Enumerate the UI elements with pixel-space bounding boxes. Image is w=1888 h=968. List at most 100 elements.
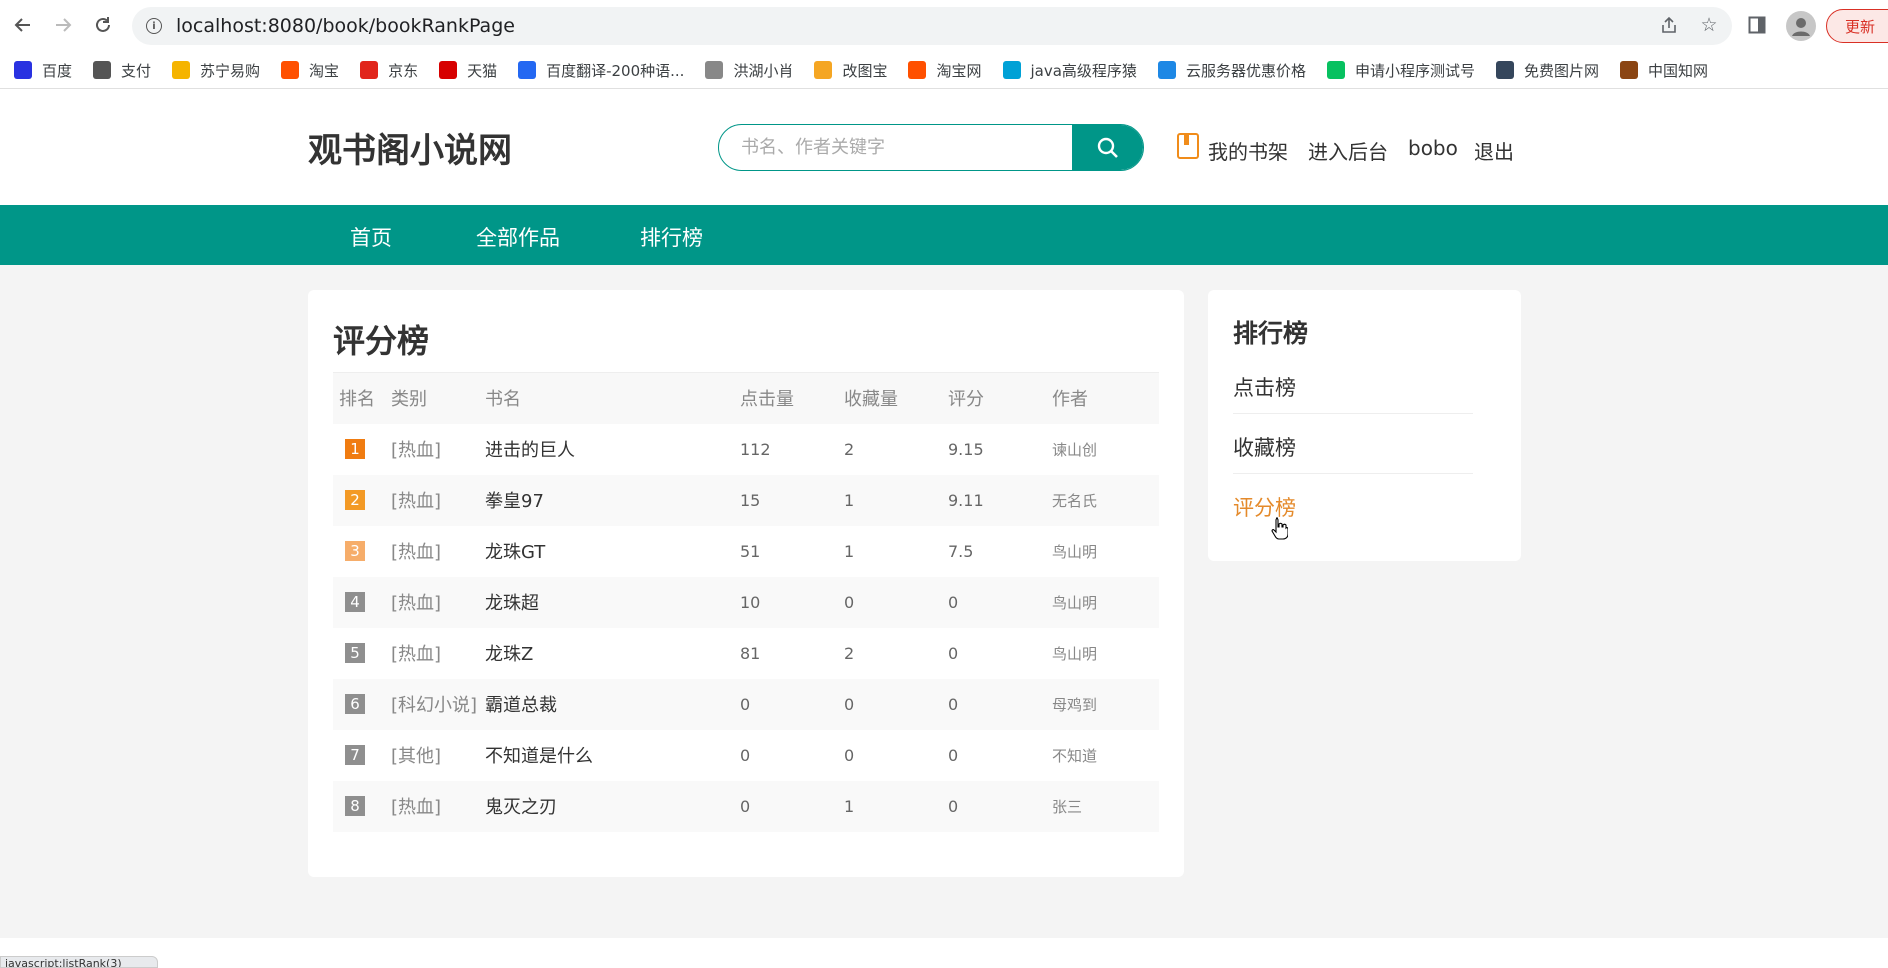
favorites-cell: 2 [844, 439, 855, 459]
site-logo[interactable]: 观书阁小说网 [308, 123, 512, 172]
side-item-favorites[interactable]: 收藏榜 [1233, 414, 1473, 474]
info-icon[interactable]: i [146, 18, 162, 34]
page-title: 评分榜 [333, 322, 430, 360]
score-cell: 9.15 [948, 439, 984, 459]
bookmark-item[interactable]: 中国知网 [1619, 60, 1708, 81]
category-cell[interactable]: [科幻小说] [385, 678, 479, 730]
table-row: 2 [热血] 拳皇97 15 1 9.11 无名氏 [333, 474, 1159, 526]
book-name-cell[interactable]: 拳皇97 [479, 474, 734, 526]
rank-cell: 4 [333, 576, 385, 628]
category-cell[interactable]: [热血] [385, 474, 479, 526]
score-cell: 0 [942, 678, 1046, 730]
bookmark-label: 京东 [388, 61, 419, 80]
bookmark-item[interactable]: 淘宝 [281, 60, 339, 81]
bookmark-item[interactable]: 申请小程序测试号 [1326, 60, 1475, 81]
book-name-cell[interactable]: 龙珠Z [479, 628, 734, 679]
side-item-clicks[interactable]: 点击榜 [1233, 354, 1473, 414]
bookmark-item[interactable]: 百度 [14, 60, 72, 81]
back-arrow-icon[interactable] [8, 10, 38, 40]
category-cell[interactable]: [热血] [385, 424, 479, 475]
book-name-cell[interactable]: 龙珠GT [479, 526, 734, 577]
book-name-cell[interactable]: 进击的巨人 [479, 424, 734, 475]
jd-icon [360, 61, 379, 79]
bookmark-label: 天猫 [467, 61, 498, 80]
admin-link[interactable]: 进入后台 [1308, 136, 1388, 165]
bookmark-label: 云服务器优惠价格 [1185, 61, 1306, 80]
bookmark-item[interactable]: 天猫 [439, 60, 497, 81]
author-cell: 母鸡到 [1046, 678, 1159, 730]
rank-cell: 5 [333, 628, 385, 679]
book-name-cell[interactable]: 龙珠超 [479, 576, 734, 628]
bookmark-item[interactable]: 京东 [360, 60, 418, 81]
bookmark-label: 支付 [121, 61, 152, 80]
search-button[interactable] [1072, 125, 1143, 170]
reload-icon[interactable] [88, 10, 118, 40]
bookmark-label: 淘宝网 [936, 61, 982, 80]
bookmark-label: 苏宁易购 [200, 61, 261, 80]
profile-avatar[interactable] [1786, 11, 1816, 41]
category-cell[interactable]: [热血] [385, 576, 479, 628]
nav-all-works[interactable]: 全部作品 [476, 222, 560, 252]
bookmark-label: 淘宝 [309, 61, 340, 80]
search-input[interactable] [719, 125, 1073, 169]
side-panel-icon[interactable] [1744, 12, 1770, 38]
address-bar[interactable]: i localhost:8080/book/bookRankPage [132, 7, 1732, 45]
hand-cursor-icon [1271, 517, 1288, 540]
bookshelf-link[interactable]: 我的书架 [1208, 136, 1288, 165]
forward-arrow-icon[interactable] [48, 10, 78, 40]
bookmark-label: 中国知网 [1647, 61, 1708, 80]
bookmark-item[interactable]: 云服务器优惠价格 [1157, 60, 1306, 81]
bookmark-item[interactable]: 苏宁易购 [172, 60, 260, 81]
clicks-cell: 0 [734, 678, 838, 730]
tmall-icon [439, 61, 458, 79]
logout-link[interactable]: 退出 [1474, 136, 1514, 165]
bookmark-label: 洪湖小肖 [733, 61, 794, 80]
category-cell[interactable]: [热血] [385, 526, 479, 577]
favorites-cell: 0 [838, 678, 942, 730]
category-cell[interactable]: [热血] [385, 780, 479, 832]
nav-home[interactable]: 首页 [350, 222, 392, 252]
bookmark-item[interactable]: 淘宝网 [908, 60, 982, 81]
book-name-cell[interactable]: 不知道是什么 [479, 730, 734, 781]
rank-badge: 6 [345, 694, 365, 714]
username-link[interactable]: bobo [1408, 136, 1458, 160]
wechat-icon [1326, 61, 1345, 79]
feather-icon [705, 61, 724, 79]
col-name: 书名 [479, 372, 734, 424]
category-cell[interactable]: [热血] [385, 628, 479, 679]
tumblr-icon [1495, 61, 1514, 79]
bookmark-item[interactable]: 洪湖小肖 [705, 60, 793, 81]
bookmark-item[interactable]: 百度翻译-200种语... [518, 60, 684, 81]
clicks-cell: 0 [734, 780, 838, 832]
score-cell: 9.11 [942, 474, 1046, 526]
author-cell: 鸟山明 [1046, 576, 1159, 628]
rank-cell: 3 [333, 526, 385, 577]
bookmark-label: 申请小程序测试号 [1354, 61, 1475, 80]
book-name-cell[interactable]: 鬼灭之刃 [479, 780, 734, 832]
table-row: 7 [其他] 不知道是什么 0 0 0 不知道 [333, 730, 1159, 781]
bilibili-icon [1002, 61, 1021, 79]
star-icon[interactable]: ☆ [1696, 12, 1722, 38]
nav-rankings[interactable]: 排行榜 [640, 222, 703, 252]
side-item-score[interactable]: 评分榜 [1233, 474, 1473, 534]
share-icon[interactable] [1656, 12, 1682, 38]
bookmark-item[interactable]: 支付 [93, 60, 151, 81]
main-nav: 首页 全部作品 排行榜 [0, 205, 1888, 265]
category-cell[interactable]: [其他] [385, 730, 479, 781]
page-footer-strip [0, 938, 1888, 968]
update-button[interactable]: 更新 [1826, 9, 1888, 43]
author-cell: 无名氏 [1046, 474, 1159, 526]
score-cell: 0 [942, 780, 1046, 832]
bookmark-label: 百度翻译-200种语... [546, 61, 685, 80]
url-text: localhost:8080/book/bookRankPage [176, 15, 515, 37]
search-box [718, 124, 1144, 171]
clicks-cell: 15 [734, 474, 838, 526]
bookmark-item[interactable]: 免费图片网 [1495, 60, 1599, 81]
bookmark-item[interactable]: 改图宝 [814, 60, 887, 81]
book-name-cell[interactable]: 霸道总裁 [479, 678, 734, 730]
bookmark-item[interactable]: java高级程序猿 [1002, 60, 1137, 81]
table-row: 6 [科幻小说] 霸道总裁 0 0 0 母鸡到 [333, 678, 1159, 730]
author-cell: 鸟山明 [1052, 644, 1098, 663]
rank-badge: 4 [345, 592, 365, 612]
rank-cell: 8 [333, 780, 385, 832]
